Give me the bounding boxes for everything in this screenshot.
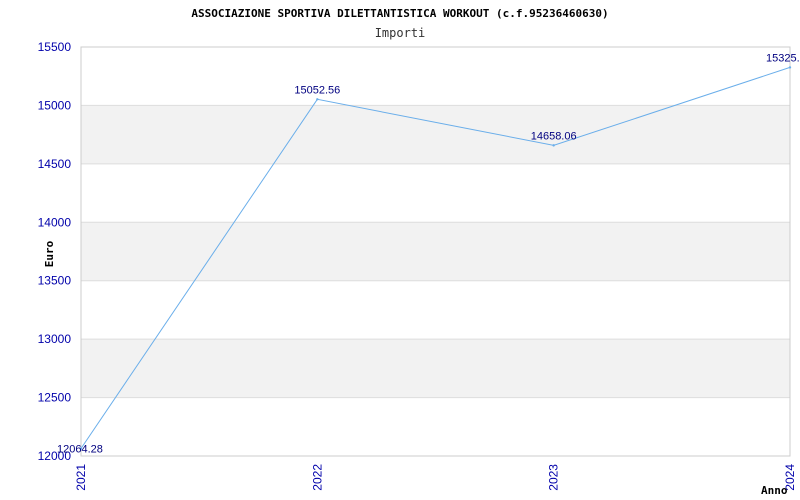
data-label: 12064.28	[57, 443, 103, 455]
y-tick-label: 15000	[38, 98, 72, 112]
grid-band	[81, 222, 790, 281]
grid-band	[81, 105, 790, 164]
data-point	[552, 144, 555, 147]
chart-title: ASSOCIAZIONE SPORTIVA DILETTANTISTICA WO…	[191, 7, 608, 20]
x-tick-label: 2022	[310, 464, 324, 491]
y-tick-label: 15500	[38, 40, 72, 54]
y-tick-label: 14500	[38, 157, 72, 171]
data-label: 15052.56	[294, 84, 340, 96]
data-label: 14658.06	[531, 130, 577, 142]
y-tick-label: 14000	[38, 215, 72, 229]
data-point	[788, 66, 792, 69]
data-label: 15325.5	[766, 52, 800, 64]
plot-background-bands	[81, 105, 790, 398]
x-axis-ticks: 2021 2022 2023 2024	[74, 464, 797, 491]
y-axis-title: Euro	[43, 240, 56, 267]
y-tick-label: 13000	[38, 332, 72, 346]
y-tick-label: 12500	[38, 391, 72, 405]
x-axis-title: Anno	[761, 484, 788, 497]
grid-band	[81, 339, 790, 398]
chart: ASSOCIAZIONE SPORTIVA DILETTANTISTICA WO…	[38, 7, 800, 497]
y-tick-label: 13500	[38, 274, 72, 288]
x-tick-label: 2023	[547, 464, 561, 491]
x-tick-label: 2021	[74, 464, 88, 491]
data-point	[316, 98, 319, 101]
chart-subtitle: Importi	[375, 26, 426, 40]
